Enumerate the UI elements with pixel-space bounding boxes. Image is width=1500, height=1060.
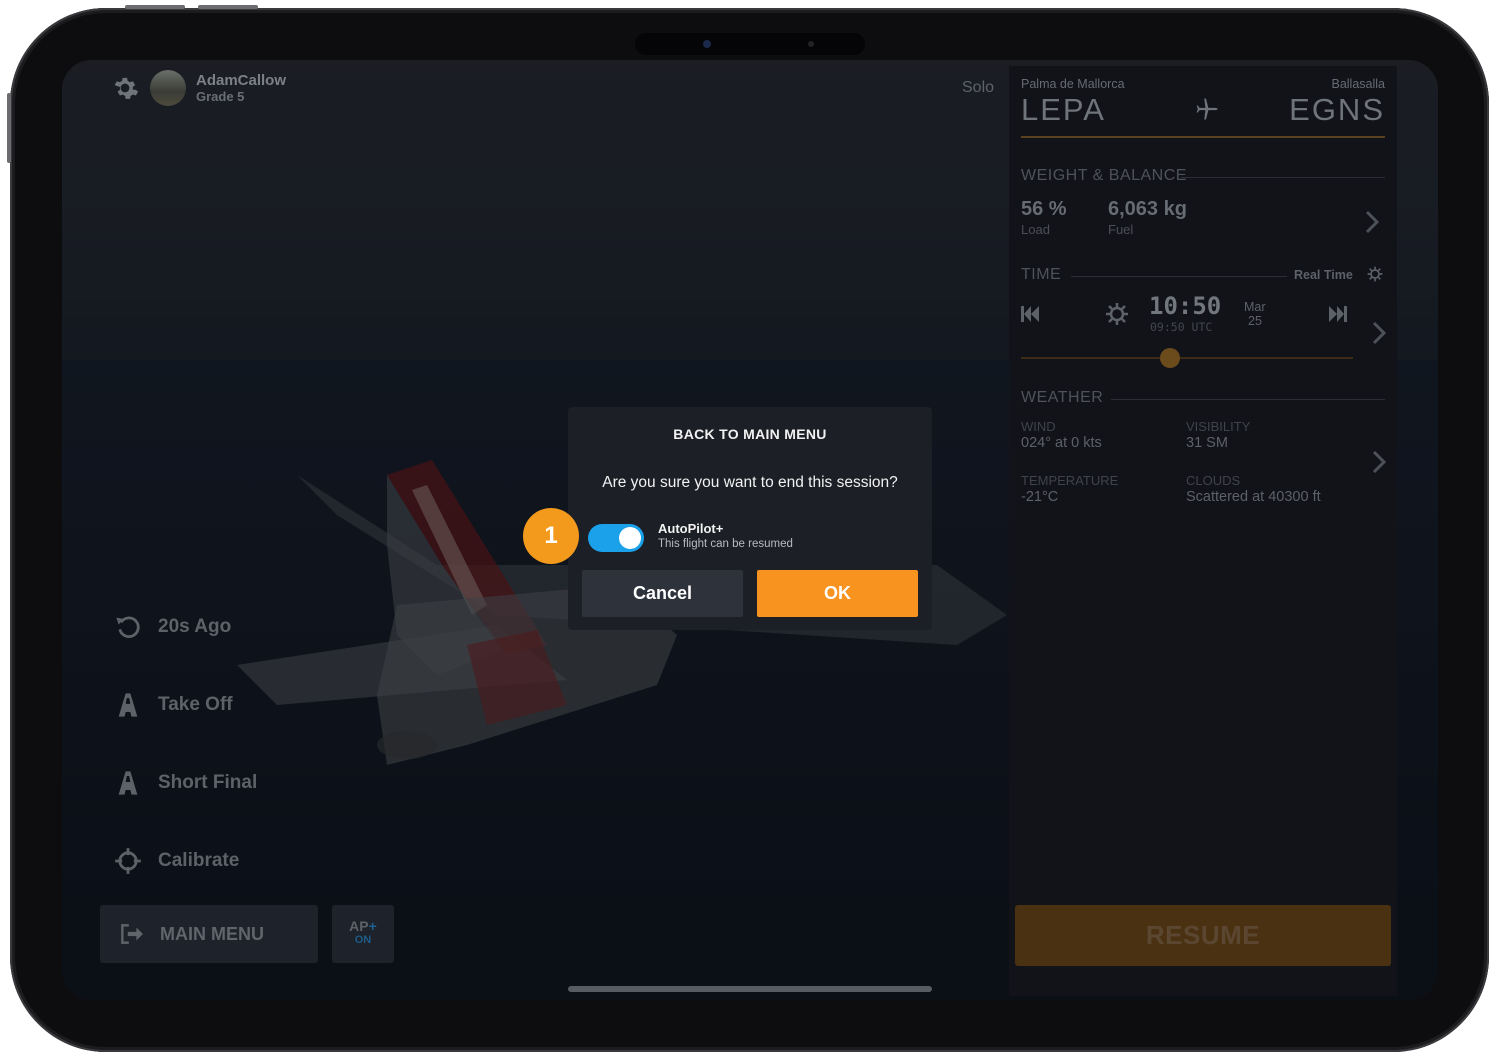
- menu-item-label: Calibrate: [158, 850, 240, 871]
- fuel-value: 6,063 kg: [1108, 198, 1187, 220]
- time-slider-track[interactable]: [1021, 348, 1353, 368]
- menu-item-calibrate[interactable]: Calibrate: [114, 847, 239, 875]
- visibility-label: VISIBILITY: [1186, 419, 1251, 434]
- camera-icon: [703, 40, 711, 48]
- menu-item-short-final[interactable]: Short Final: [114, 769, 257, 797]
- section-divider: [1181, 177, 1385, 178]
- power-button: [7, 93, 11, 163]
- volume-button: [198, 5, 258, 9]
- runway-icon: [118, 771, 138, 795]
- date-month: Mar: [1244, 300, 1266, 314]
- runway-icon: [118, 693, 138, 717]
- wind-value: 024° at 0 kts: [1021, 435, 1102, 451]
- time-title: TIME: [1021, 266, 1062, 283]
- settings-gear-icon[interactable]: [1367, 266, 1383, 282]
- destination-code: EGNS: [1289, 92, 1385, 127]
- cancel-button[interactable]: Cancel: [582, 570, 743, 617]
- ap-label: AP: [349, 918, 369, 934]
- visibility-value: 31 SM: [1186, 435, 1228, 451]
- section-divider: [1071, 276, 1287, 277]
- crosshair-icon: [115, 848, 141, 874]
- confirm-dialog: BACK TO MAIN MENU Are you sure you want …: [568, 407, 932, 630]
- mode-label: Solo: [962, 79, 995, 96]
- local-time: 10:50: [1149, 292, 1222, 320]
- autopilot-button[interactable]: AP+ ON: [332, 905, 394, 963]
- load-label: Load: [1021, 222, 1050, 237]
- ok-button[interactable]: OK: [757, 570, 918, 617]
- settings-gear-icon[interactable]: [110, 73, 140, 103]
- app-screen: AdamCallow Grade 5 Solo 20s Ago Take Off…: [62, 60, 1438, 1000]
- menu-item-label: 20s Ago: [158, 616, 232, 637]
- weather-title: WEATHER: [1021, 389, 1104, 406]
- ap-state: ON: [354, 934, 372, 946]
- skip-forward-icon[interactable]: [1329, 306, 1347, 322]
- temperature-value: -21°C: [1021, 489, 1059, 505]
- chevron-right-icon[interactable]: [1372, 321, 1386, 345]
- chevron-right-icon[interactable]: [1372, 450, 1386, 474]
- volume-button: [125, 5, 185, 9]
- main-menu-button[interactable]: MAIN MENU: [100, 905, 318, 963]
- origin-code: LEPA: [1021, 92, 1106, 127]
- user-header: AdamCallow Grade 5: [110, 70, 286, 106]
- dialog-title: BACK TO MAIN MENU: [673, 426, 827, 442]
- resume-button[interactable]: RESUME: [1015, 905, 1391, 966]
- chevron-right-icon[interactable]: [1365, 210, 1379, 234]
- wind-label: WIND: [1021, 419, 1056, 434]
- user-grade: Grade 5: [196, 89, 245, 104]
- autopilot-toggle[interactable]: [588, 524, 644, 552]
- user-name: AdamCallow: [196, 72, 287, 89]
- user-info: AdamCallow Grade 5: [196, 72, 286, 104]
- autopilot-label: AutoPilot+: [658, 521, 724, 536]
- destination-name: Ballasalla: [1331, 77, 1385, 91]
- sensor-icon: [808, 41, 814, 47]
- rewind-icon: [116, 616, 140, 638]
- origin-name: Palma de Mallorca: [1021, 77, 1125, 91]
- ap-plus: +: [368, 918, 377, 934]
- skip-back-icon[interactable]: [1021, 306, 1039, 322]
- flight-info-panel: Palma de Mallorca LEPA Ballasalla EGNS W…: [1009, 66, 1397, 996]
- time-slider-thumb[interactable]: [1160, 348, 1181, 368]
- avatar[interactable]: [150, 70, 186, 106]
- real-time-label: Real Time: [1294, 268, 1353, 282]
- autopilot-sublabel: This flight can be resumed: [658, 538, 793, 550]
- exit-icon: [121, 924, 143, 944]
- utc-time: 09:50 UTC: [1150, 320, 1213, 334]
- section-divider: [1111, 399, 1385, 400]
- toggle-knob: [619, 527, 641, 549]
- clouds-label: CLOUDS: [1186, 473, 1241, 488]
- weight-balance-title: WEIGHT & BALANCE: [1021, 167, 1187, 184]
- sun-icon: [1106, 303, 1128, 325]
- clouds-value: Scattered at 40300 ft: [1186, 489, 1321, 505]
- route-divider: [1021, 136, 1385, 138]
- camera-bar: [635, 33, 865, 55]
- temperature-label: TEMPERATURE: [1021, 473, 1119, 488]
- fuel-label: Fuel: [1108, 222, 1134, 237]
- date-day: 25: [1248, 314, 1262, 328]
- menu-item-rewind[interactable]: 20s Ago: [114, 613, 231, 641]
- step-callout-badge: 1: [523, 508, 579, 564]
- menu-item-take-off[interactable]: Take Off: [114, 691, 233, 719]
- home-indicator[interactable]: [568, 986, 932, 992]
- menu-item-label: Take Off: [158, 694, 233, 715]
- main-menu-label: MAIN MENU: [160, 923, 264, 944]
- load-value: 56 %: [1021, 198, 1067, 220]
- menu-item-label: Short Final: [158, 772, 258, 793]
- dialog-message: Are you sure you want to end this sessio…: [602, 474, 898, 491]
- airplane-icon: [1196, 98, 1218, 120]
